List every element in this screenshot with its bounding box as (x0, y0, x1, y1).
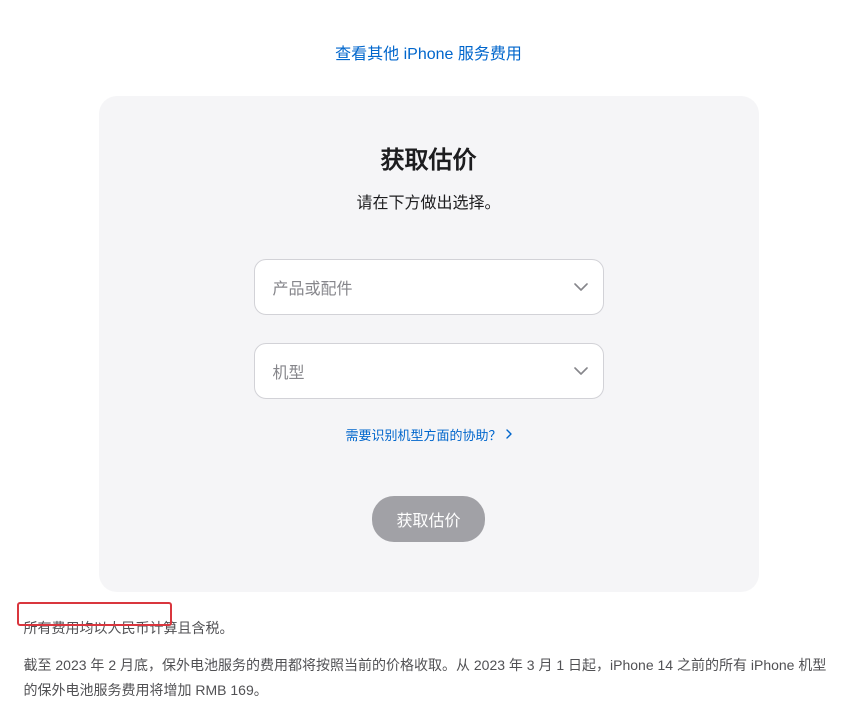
identify-model-help-link[interactable]: 需要识别机型方面的协助？ (345, 425, 511, 444)
product-select-row: 产品或配件 (254, 259, 604, 315)
model-select-placeholder: 机型 (273, 359, 305, 383)
model-select-row: 机型 (254, 343, 604, 399)
footer-line-1: 所有费用均以人民币计算且含税。 (24, 616, 834, 641)
card-title: 获取估价 (139, 140, 719, 175)
other-service-fees-link[interactable]: 查看其他 iPhone 服务费用 (335, 46, 522, 63)
help-link-label: 需要识别机型方面的协助？ (345, 425, 501, 444)
product-select-placeholder: 产品或配件 (273, 275, 353, 299)
model-select[interactable]: 机型 (254, 343, 604, 399)
footer-line-2: 截至 2023 年 2 月底，保外电池服务的费用都将按照当前的价格收取。从 20… (24, 653, 834, 703)
chevron-right-icon (506, 427, 512, 442)
footer-notes: 所有费用均以人民币计算且含税。 截至 2023 年 2 月底，保外电池服务的费用… (14, 616, 844, 704)
product-select[interactable]: 产品或配件 (254, 259, 604, 315)
get-estimate-button[interactable]: 获取估价 (372, 496, 484, 542)
estimate-card: 获取估价 请在下方做出选择。 产品或配件 机型 需要识别机型方面的协助？ 获取估… (99, 96, 759, 592)
card-subtitle: 请在下方做出选择。 (139, 189, 719, 213)
